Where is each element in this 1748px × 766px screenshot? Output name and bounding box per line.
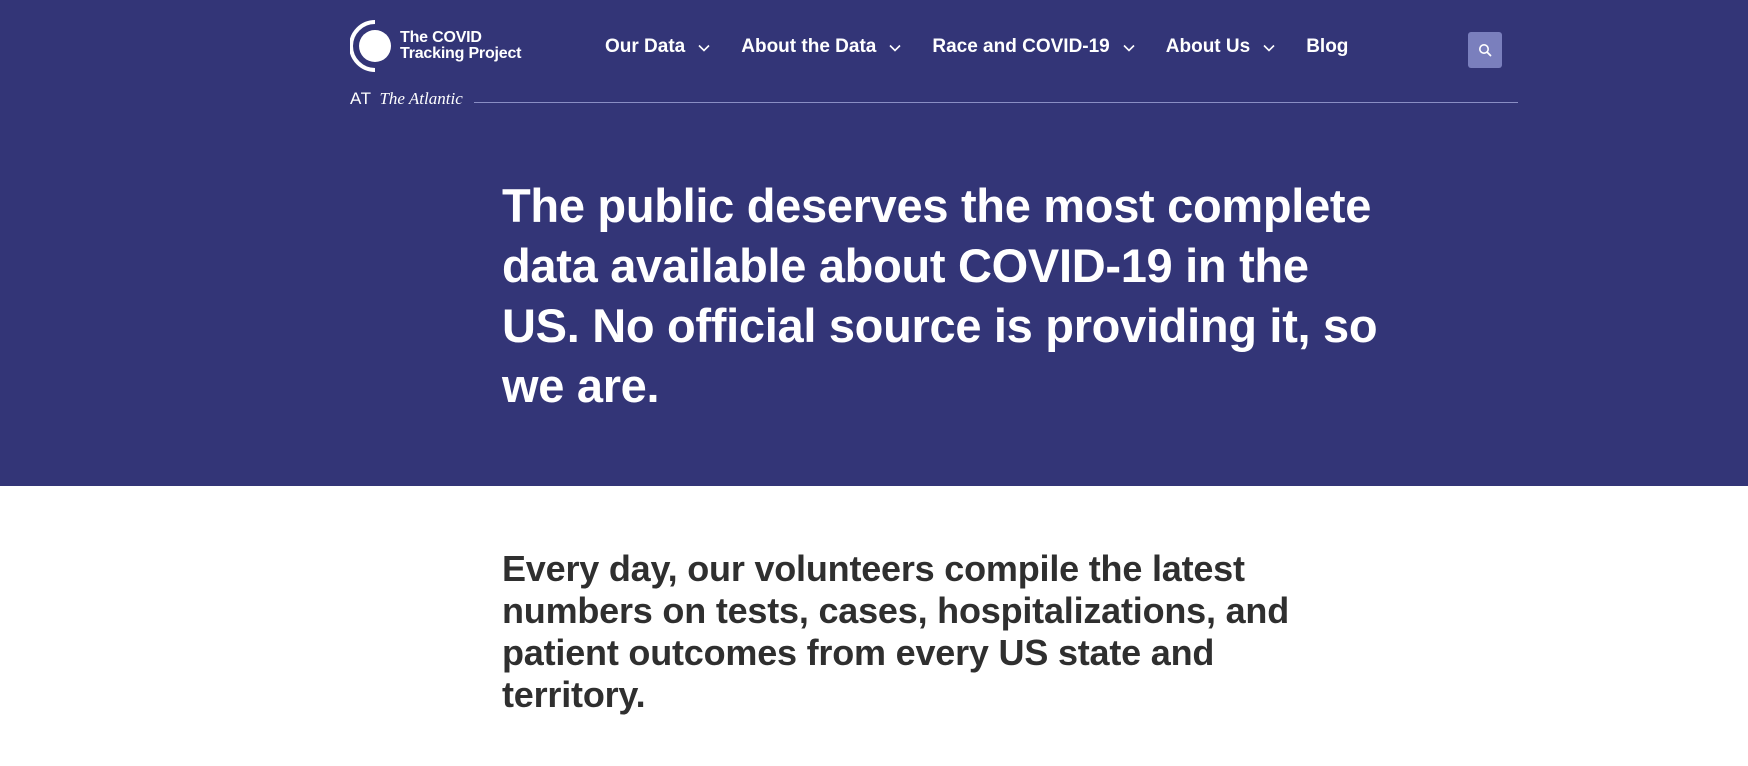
the-atlantic-wordmark: The Atlantic <box>379 89 463 108</box>
atlantic-partner-label: AT The Atlantic <box>350 89 463 109</box>
chevron-down-icon <box>889 44 901 52</box>
chevron-down-icon <box>1123 44 1135 52</box>
nav-item-about-the-data[interactable]: About the Data <box>741 36 901 58</box>
nav-item-label: Our Data <box>605 36 686 57</box>
search-icon <box>1479 44 1492 57</box>
nav-item-race-and-covid[interactable]: Race and COVID-19 <box>932 36 1135 58</box>
nav-item-label: About the Data <box>741 36 877 57</box>
header-divider <box>474 102 1518 103</box>
site-header: The COVID Tracking Project Our Data Abou… <box>350 0 1518 108</box>
nav-item-our-data[interactable]: Our Data <box>605 36 710 58</box>
home-logo-link[interactable]: The COVID Tracking Project <box>350 20 521 72</box>
logo-line-1: The COVID <box>400 29 482 46</box>
intro-lead-paragraph: Every day, our volunteers compile the la… <box>502 548 1290 715</box>
at-label: AT <box>350 89 372 108</box>
nav-item-about-us[interactable]: About Us <box>1166 36 1275 58</box>
covid-tracking-logo-icon <box>350 20 391 72</box>
main-nav: Our Data About the Data Race and COVID-1… <box>605 36 1379 58</box>
search-button[interactable] <box>1468 32 1502 68</box>
hero-headline: The public deserves the most complete da… <box>502 179 1378 412</box>
hero-section: The COVID Tracking Project Our Data Abou… <box>0 0 1748 486</box>
nav-item-label: About Us <box>1165 36 1251 57</box>
chevron-down-icon <box>698 44 710 52</box>
logo-wordmark: The COVID Tracking Project <box>400 30 521 62</box>
nav-item-blog[interactable]: Blog <box>1306 36 1348 58</box>
chevron-down-icon <box>1263 44 1275 52</box>
nav-item-label: Race and COVID-19 <box>932 36 1110 57</box>
nav-item-label: Blog <box>1306 36 1349 57</box>
logo-line-2: Tracking Project <box>400 45 522 62</box>
